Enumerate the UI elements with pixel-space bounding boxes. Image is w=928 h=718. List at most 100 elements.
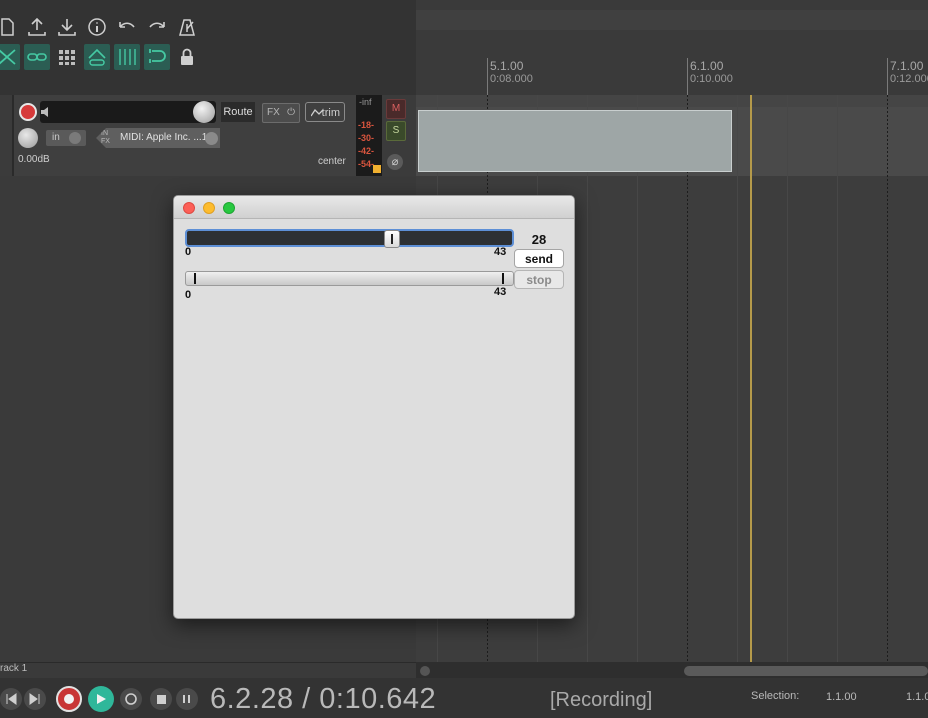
meter-scale-label: -54-	[358, 159, 375, 169]
metronome-icon[interactable]	[174, 14, 200, 40]
speaker-icon	[41, 107, 48, 117]
go-to-end-button[interactable]	[24, 688, 46, 710]
crossfade-icon[interactable]	[0, 44, 20, 70]
grid-line-bar	[887, 95, 888, 662]
record-button[interactable]	[56, 686, 82, 712]
chevron-down-icon[interactable]	[69, 132, 81, 144]
meter-scale-label: -42-	[358, 146, 375, 156]
record-arm-button[interactable]	[19, 103, 37, 121]
input-source-select[interactable]: IN FX MIDI: Apple Inc. ...1	[96, 128, 220, 148]
grid-line-bar	[687, 95, 688, 662]
stop-button[interactable]	[150, 688, 172, 710]
ruler-region-bar	[416, 10, 928, 30]
pause-button[interactable]	[176, 688, 198, 710]
play-icon	[97, 694, 106, 704]
mute-button[interactable]: M	[386, 99, 406, 119]
grid-icon[interactable]	[54, 44, 80, 70]
volume-fader[interactable]	[40, 101, 216, 123]
undo-icon[interactable]	[114, 14, 140, 40]
go-to-start-button[interactable]	[0, 688, 22, 710]
meter-scale-label: -30-	[358, 133, 375, 143]
range-min-label: 0	[185, 289, 192, 301]
route-button[interactable]: Route	[221, 102, 255, 122]
value-slider[interactable]	[185, 229, 514, 247]
chevron-down-icon[interactable]	[205, 132, 218, 145]
pan-readout: center	[318, 156, 346, 167]
meter-scale-label: -18-	[358, 120, 375, 130]
info-icon[interactable]	[84, 14, 110, 40]
grid-line	[837, 95, 838, 662]
upload-icon[interactable]	[24, 14, 50, 40]
redo-icon[interactable]	[144, 14, 170, 40]
repeat-button[interactable]	[120, 688, 142, 710]
time-display[interactable]: 6.2.28 / 0:10.642	[210, 683, 436, 716]
range-slider[interactable]	[185, 271, 514, 286]
scroll-left-icon[interactable]	[420, 666, 430, 676]
horizontal-scrollbar[interactable]	[416, 662, 928, 678]
ruler-tick	[887, 58, 888, 95]
play-button[interactable]	[88, 686, 114, 712]
solo-button[interactable]: S	[386, 121, 406, 141]
pan-knob[interactable]	[18, 128, 38, 148]
track-name-label: rack 1	[0, 663, 28, 674]
trim-label: trim	[321, 107, 340, 119]
link-icon[interactable]	[24, 44, 50, 70]
envelope-icon	[311, 109, 323, 117]
ruler-bar-label: 5.1.00	[490, 59, 524, 73]
fx-button[interactable]: FX ⏻	[262, 103, 300, 123]
phase-invert-button[interactable]: ⌀	[387, 154, 403, 170]
transport-status: [Recording]	[550, 689, 653, 711]
range-slider-end-handle[interactable]	[502, 273, 504, 284]
range-max-label: 43	[494, 286, 507, 298]
ruler-tick	[687, 58, 688, 95]
zoom-window-button[interactable]	[223, 202, 235, 214]
stop-button[interactable]: stop	[514, 270, 564, 289]
track-meter[interactable]: -inf -18- -30- -42- -54-	[356, 95, 382, 176]
stop-icon	[156, 694, 166, 704]
ruler-bar-label: 7.1.00	[890, 59, 924, 73]
value-slider-thumb[interactable]	[384, 230, 400, 248]
ruler-mark: 7.1.00 0:12.000	[890, 60, 928, 86]
ruler-time-label: 0:12.000	[890, 73, 928, 85]
ruler-time-label: 0:10.000	[690, 73, 733, 85]
range-slider-start-handle[interactable]	[194, 273, 196, 284]
fx-label: FX	[267, 107, 280, 118]
ruler-mark: 6.1.00 0:10.000	[690, 60, 733, 86]
selection-start[interactable]: 1.1.00	[826, 691, 857, 703]
meter-clip-indicator[interactable]	[373, 165, 381, 173]
volume-knob[interactable]	[193, 101, 215, 123]
grid-line	[737, 95, 738, 662]
trim-button[interactable]: trim	[305, 102, 345, 122]
fx-bypass-icon[interactable]: ⏻	[287, 104, 295, 122]
download-icon[interactable]	[54, 14, 80, 40]
window-titlebar[interactable]	[174, 196, 574, 219]
slider-min-label: 0	[185, 246, 192, 258]
pause-icon	[183, 695, 190, 703]
selection-label: Selection:	[751, 690, 800, 702]
new-project-icon[interactable]	[0, 14, 20, 40]
grid-line	[587, 95, 588, 662]
grid-line	[787, 95, 788, 662]
selection-end[interactable]: 1.1.0	[906, 691, 928, 703]
snap-grid-icon[interactable]	[114, 44, 140, 70]
send-button[interactable]: send	[514, 249, 564, 268]
main-toolbar	[0, 0, 416, 95]
ruler-tick	[487, 58, 488, 95]
envelope-link-icon[interactable]	[84, 44, 110, 70]
lock-icon[interactable]	[174, 44, 200, 70]
close-window-button[interactable]	[183, 202, 195, 214]
ruler-time-label: 0:08.000	[490, 73, 533, 85]
grid-line	[637, 95, 638, 662]
scroll-thumb[interactable]	[684, 666, 928, 676]
edit-cursor[interactable]	[750, 95, 752, 662]
midi-item[interactable]	[418, 110, 732, 172]
ruler-mark: 5.1.00 0:08.000	[490, 60, 533, 86]
divider	[0, 662, 416, 663]
slider-value-readout: 28	[531, 232, 547, 247]
minimize-window-button[interactable]	[203, 202, 215, 214]
script-dialog-window: 28 0 43 send stop 0 43	[173, 195, 575, 619]
snap-magnet-icon[interactable]	[144, 44, 170, 70]
lane-header-strip	[416, 95, 928, 107]
input-source-label: MIDI: Apple Inc. ...1	[120, 132, 208, 143]
volume-readout: 0.00dB	[18, 154, 50, 165]
